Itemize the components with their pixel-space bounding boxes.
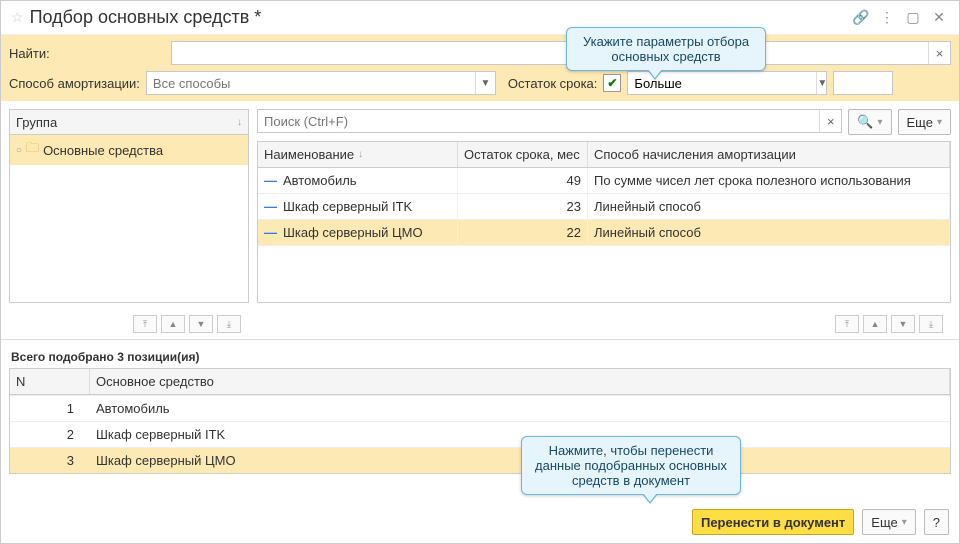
grid-nav-arrows: ⤒ ▲ ▼ ⤓ (249, 311, 951, 333)
col-name[interactable]: Наименование↓ (258, 142, 458, 167)
asset-row[interactable]: —Шкаф серверный ITK23Линейный способ (258, 194, 950, 220)
search-input[interactable]: × (257, 109, 842, 133)
picked-grid: N Основное средство 1Автомобиль2Шкаф сер… (9, 368, 951, 474)
list-toolbar: × 🔍 ▾ Еще▾ (257, 109, 951, 135)
nav-down-icon[interactable]: ▼ (891, 315, 915, 333)
col-method[interactable]: Способ начисления амортизации (588, 142, 950, 167)
tree-item-fixed-assets[interactable]: ○ 🗀 Основные средства (10, 135, 248, 165)
find-input[interactable]: × (171, 41, 951, 65)
nav-top-icon[interactable]: ⤒ (835, 315, 859, 333)
find-label: Найти: (9, 46, 50, 61)
col-picked-name[interactable]: Основное средство (90, 369, 950, 394)
asset-row[interactable]: —Автомобиль49По сумме чисел лет срока по… (258, 168, 950, 194)
nav-up-icon[interactable]: ▲ (863, 315, 887, 333)
col-term[interactable]: Остаток срока, мес (458, 142, 588, 167)
nav-bottom-icon[interactable]: ⤓ (217, 315, 241, 333)
nav-top-icon[interactable]: ⤒ (133, 315, 157, 333)
picked-summary: Всего подобрано 3 позиции(ия) (1, 346, 959, 368)
close-icon[interactable]: ✕ (929, 9, 949, 26)
filter-panel: Найти: × Способ амортизации: ▼ Остаток с… (1, 35, 959, 101)
clear-find-icon[interactable]: × (928, 42, 950, 64)
more-button[interactable]: Еще▾ (898, 109, 951, 135)
picked-row[interactable]: 2Шкаф серверный ITK (10, 421, 950, 447)
asset-row[interactable]: —Шкаф серверный ЦМО22Линейный способ (258, 220, 950, 246)
folder-icon: 🗀 (26, 139, 39, 161)
tree-expand-icon[interactable]: ○ (16, 145, 22, 156)
favorite-star-icon[interactable]: ☆ (11, 9, 24, 26)
tree-body: ○ 🗀 Основные средства (9, 135, 249, 303)
nav-down-icon[interactable]: ▼ (189, 315, 213, 333)
link-icon[interactable]: 🔗 (851, 9, 871, 26)
titlebar: ☆ Подбор основных средств * 🔗 ⋮ ▢ ✕ (1, 1, 959, 35)
hint-transfer: Нажмите, чтобы перенести данные подобран… (521, 436, 741, 495)
nav-up-icon[interactable]: ▲ (161, 315, 185, 333)
chevron-down-icon[interactable]: ▼ (475, 72, 495, 94)
col-n[interactable]: N (10, 369, 90, 394)
tree-header[interactable]: Группа ↓ (9, 109, 249, 135)
picked-row[interactable]: 3Шкаф серверный ЦМО (10, 447, 950, 473)
magnifier-icon: 🔍 (857, 114, 873, 130)
term-label: Остаток срока: (508, 76, 597, 91)
footer-more-button[interactable]: Еще▾ (862, 509, 915, 535)
maximize-icon[interactable]: ▢ (903, 9, 923, 26)
picked-row[interactable]: 1Автомобиль (10, 395, 950, 421)
tree-item-label: Основные средства (43, 143, 163, 158)
depr-method-select[interactable]: ▼ (146, 71, 496, 95)
search-button[interactable]: 🔍 ▾ (848, 109, 891, 135)
clear-search-icon[interactable]: × (819, 110, 841, 132)
nav-bottom-icon[interactable]: ⤓ (919, 315, 943, 333)
transfer-button[interactable]: Перенести в документ (692, 509, 854, 535)
assets-grid: Наименование↓ Остаток срока, мес Способ … (257, 141, 951, 303)
window-title: Подбор основных средств * (30, 7, 845, 28)
depr-label: Способ амортизации: (9, 76, 140, 91)
term-checkbox[interactable]: ✔ (603, 74, 621, 92)
help-button[interactable]: ? (924, 509, 949, 535)
term-value-input[interactable] (833, 71, 893, 95)
hint-filter: Укажите параметры отбора основных средст… (566, 27, 766, 71)
tree-nav-arrows: ⤒ ▲ ▼ ⤓ (9, 311, 249, 333)
sort-indicator-icon: ↓ (237, 117, 242, 128)
footer: Перенести в документ Еще▾ ? (1, 501, 959, 543)
chevron-down-icon[interactable]: ▼ (816, 72, 827, 94)
menu-icon[interactable]: ⋮ (877, 9, 897, 26)
